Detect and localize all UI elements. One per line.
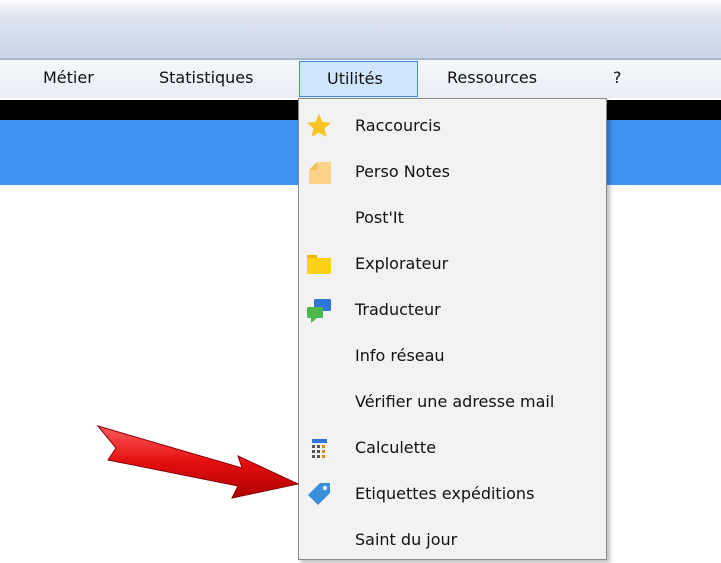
menu-bar: Métier Statistiques Utilités Ressources … [0,60,721,98]
menu-metier[interactable]: Métier [43,60,94,96]
menu-item-postit[interactable]: Post'It [299,195,606,241]
note-icon [309,162,331,184]
menu-item-label: Info réseau [355,346,445,365]
menu-item-calculette[interactable]: Calculette [299,425,606,471]
menu-item-etiquettes-expeditions[interactable]: Etiquettes expéditions [299,471,606,517]
menu-item-label: Traducteur [355,300,441,319]
menu-item-label: Post'It [355,208,404,227]
window-title-bar [0,0,721,58]
red-arrow-pointer [96,425,300,499]
menu-statistiques[interactable]: Statistiques [159,60,253,96]
calculator-icon [312,439,327,458]
menu-item-label: Raccourcis [355,116,441,135]
menu-item-explorateur[interactable]: Explorateur [299,241,606,287]
menu-item-traducteur[interactable]: Traducteur [299,287,606,333]
menu-item-saint-du-jour[interactable]: Saint du jour [299,517,606,563]
menu-item-raccourcis[interactable]: Raccourcis [299,103,606,149]
chat-bubbles-icon [307,299,331,323]
menu-help[interactable]: ? [613,60,622,96]
menu-ressources[interactable]: Ressources [447,60,537,96]
menu-item-label: Perso Notes [355,162,450,181]
menu-item-verifier-adresse-mail[interactable]: Vérifier une adresse mail [299,379,606,425]
star-icon [307,114,331,137]
folder-icon [307,255,331,274]
menu-utilites[interactable]: Utilités [299,61,418,97]
menu-item-perso-notes[interactable]: Perso Notes [299,149,606,195]
menu-item-label: Vérifier une adresse mail [355,392,555,411]
menu-item-label: Saint du jour [355,530,458,549]
menu-item-label: Calculette [355,438,437,457]
menu-item-label: Etiquettes expéditions [355,484,535,503]
tag-icon [308,483,330,505]
utilites-dropdown-menu: Raccourcis Perso Notes Post'It Explorate… [298,98,607,560]
menu-item-label: Explorateur [355,254,449,273]
menu-item-info-reseau[interactable]: Info réseau [299,333,606,379]
